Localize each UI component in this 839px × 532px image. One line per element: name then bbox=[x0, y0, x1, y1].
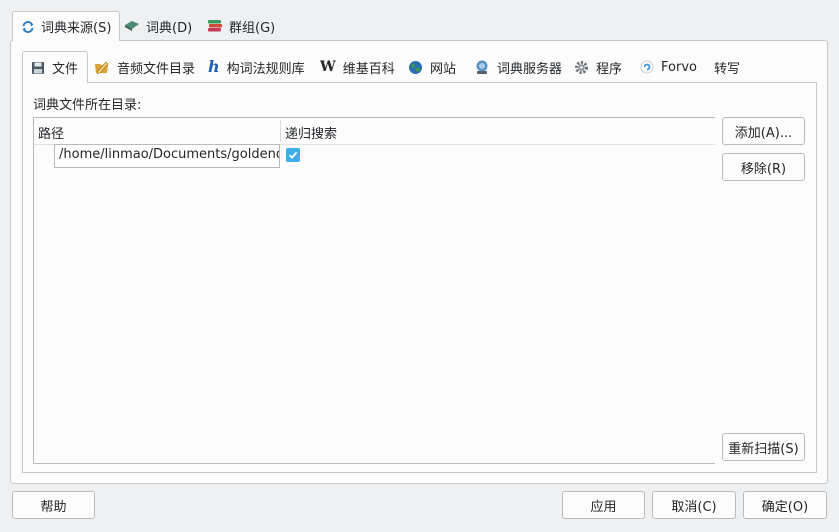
pencil-folder-icon bbox=[94, 60, 110, 74]
rescan-button-label: 重新扫描(S) bbox=[728, 441, 799, 457]
dictionary-dirs-label: 词典文件所在目录: bbox=[33, 98, 142, 113]
tab-websites-label: 网站 bbox=[430, 61, 457, 77]
column-header-recursive[interactable]: 递归搜索 bbox=[285, 123, 337, 142]
tab-dict-servers[interactable]: 词典服务器 bbox=[468, 52, 568, 82]
tab-sound-dirs-label: 音频文件目录 bbox=[117, 61, 196, 77]
tab-morphology-label: 构词法规则库 bbox=[226, 61, 305, 77]
gear-icon bbox=[574, 60, 589, 75]
network-server-icon bbox=[474, 60, 490, 75]
wikipedia-w-icon: W bbox=[320, 59, 336, 75]
paths-table[interactable]: 路径 递归搜索 /home/linmao/Documents/goldendic… bbox=[33, 117, 715, 464]
remove-button[interactable]: 移除(R) bbox=[722, 153, 805, 181]
cancel-button-label: 取消(C) bbox=[671, 499, 717, 515]
books-stack-icon bbox=[207, 19, 223, 33]
ok-button[interactable]: 确定(O) bbox=[743, 491, 827, 519]
tab-sound-dirs[interactable]: 音频文件目录 bbox=[88, 52, 201, 82]
tab-transliteration[interactable]: 转写 bbox=[708, 52, 746, 82]
ok-button-label: 确定(O) bbox=[761, 499, 809, 515]
tab-morphology[interactable]: h 构词法规则库 bbox=[202, 52, 311, 82]
forvo-icon bbox=[640, 60, 654, 74]
tab-programs[interactable]: 程序 bbox=[568, 52, 628, 82]
add-button-label: 添加(A)... bbox=[734, 125, 793, 141]
tab-transliteration-label: 转写 bbox=[714, 61, 741, 77]
apply-button-label: 应用 bbox=[590, 499, 617, 515]
column-divider[interactable] bbox=[280, 120, 281, 142]
globe-icon bbox=[408, 60, 423, 75]
tab-dictionaries-label: 词典(D) bbox=[146, 20, 193, 36]
tab-groups-label: 群组(G) bbox=[229, 20, 276, 36]
tab-dict-servers-label: 词典服务器 bbox=[497, 61, 563, 77]
tab-files-label: 文件 bbox=[52, 62, 79, 77]
rescan-button[interactable]: 重新扫描(S) bbox=[722, 433, 805, 461]
tab-dictionaries[interactable]: 词典(D) bbox=[116, 12, 200, 40]
help-button[interactable]: 帮助 bbox=[12, 491, 95, 519]
apply-button[interactable]: 应用 bbox=[562, 491, 645, 519]
table-header: 路径 递归搜索 bbox=[34, 118, 715, 145]
column-header-path[interactable]: 路径 bbox=[38, 123, 64, 142]
recursive-checkbox[interactable] bbox=[286, 148, 300, 162]
remove-button-label: 移除(R) bbox=[740, 161, 787, 177]
book-icon bbox=[124, 19, 140, 33]
tab-forvo[interactable]: Forvo bbox=[634, 52, 703, 82]
help-button-label: 帮助 bbox=[40, 499, 67, 515]
tab-wikipedia-label: 维基百科 bbox=[342, 61, 395, 77]
floppy-icon bbox=[31, 61, 45, 75]
checkmark-icon bbox=[288, 151, 298, 159]
cancel-button[interactable]: 取消(C) bbox=[652, 491, 736, 519]
tab-wikipedia[interactable]: W 维基百科 bbox=[314, 52, 401, 82]
tab-forvo-label: Forvo bbox=[661, 59, 697, 75]
tab-sources[interactable]: 词典来源(S) bbox=[12, 11, 121, 41]
tab-groups[interactable]: 群组(G) bbox=[199, 12, 283, 40]
tab-websites[interactable]: 网站 bbox=[402, 52, 462, 82]
add-button[interactable]: 添加(A)... bbox=[722, 117, 805, 145]
tab-files[interactable]: 文件 bbox=[22, 51, 88, 83]
tab-sources-label: 词典来源(S) bbox=[41, 21, 112, 36]
path-cell[interactable]: /home/linmao/Documents/goldendict bbox=[54, 144, 280, 168]
tab-programs-label: 程序 bbox=[596, 61, 623, 77]
hunspell-h-icon: h bbox=[208, 57, 220, 76]
refresh-icon bbox=[21, 20, 35, 34]
